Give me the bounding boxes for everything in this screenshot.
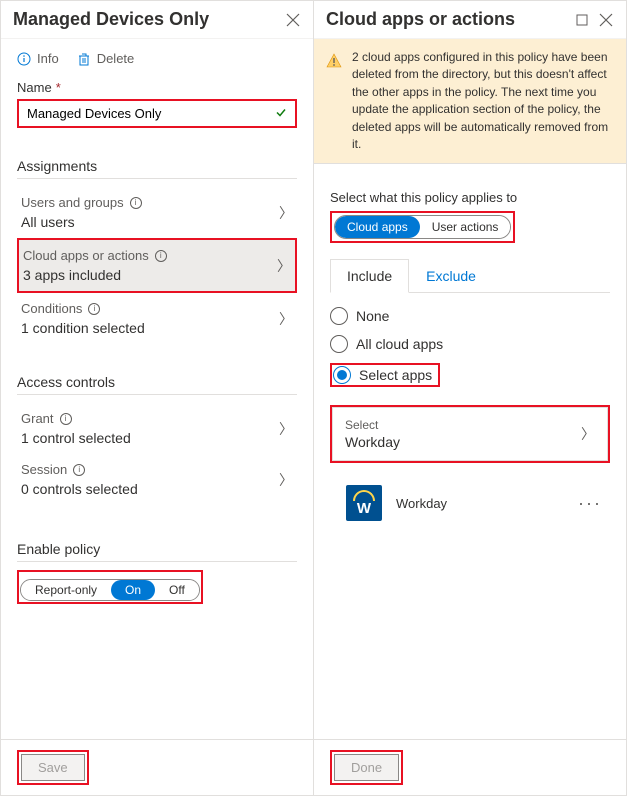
- chevron-right-icon: 〉: [279, 203, 293, 223]
- check-icon: [275, 106, 287, 121]
- enable-label: Enable policy: [17, 531, 297, 557]
- radio-all-label: All cloud apps: [356, 336, 443, 352]
- applies-toggle[interactable]: Cloud apps User actions: [334, 215, 511, 239]
- radio-icon: [330, 307, 348, 325]
- close-icon[interactable]: [285, 12, 301, 28]
- tab-exclude[interactable]: Exclude: [409, 259, 493, 293]
- chevron-right-icon: 〉: [279, 309, 293, 329]
- delete-button[interactable]: Delete: [77, 51, 135, 66]
- policy-panel: Managed Devices Only Info Delete Name*: [0, 0, 313, 796]
- more-icon[interactable]: ···: [578, 493, 602, 514]
- info-icon[interactable]: i: [73, 464, 85, 476]
- toggle-user-actions[interactable]: User actions: [420, 216, 511, 238]
- conditions-label: Conditions: [21, 301, 82, 316]
- info-icon[interactable]: i: [155, 250, 167, 262]
- done-button[interactable]: Done: [334, 754, 399, 781]
- warning-text: 2 cloud apps configured in this policy h…: [352, 50, 608, 151]
- info-button[interactable]: Info: [17, 51, 59, 66]
- session-label: Session: [21, 462, 67, 477]
- toggle-cloud-apps[interactable]: Cloud apps: [335, 216, 420, 238]
- warning-icon: [326, 53, 342, 74]
- chevron-right-icon: 〉: [279, 419, 293, 439]
- name-input[interactable]: [19, 101, 295, 126]
- toggle-on[interactable]: On: [111, 580, 155, 600]
- cloud-apps-row[interactable]: Cloud apps or actions i 3 apps included 〉: [19, 240, 295, 291]
- radio-all[interactable]: All cloud apps: [330, 335, 610, 353]
- toggle-off[interactable]: Off: [155, 580, 199, 600]
- radio-icon: [330, 335, 348, 353]
- info-icon[interactable]: i: [60, 413, 72, 425]
- close-icon[interactable]: [598, 12, 614, 28]
- info-label: Info: [37, 51, 59, 66]
- access-title: Access controls: [17, 364, 297, 390]
- radio-select-apps[interactable]: Select apps: [333, 366, 432, 384]
- maximize-icon[interactable]: [574, 12, 590, 28]
- users-groups-row[interactable]: Users and groups i All users 〉: [17, 187, 297, 238]
- info-icon[interactable]: i: [88, 303, 100, 315]
- grant-label: Grant: [21, 411, 54, 426]
- toggle-report-only[interactable]: Report-only: [21, 580, 111, 600]
- chevron-right-icon: 〉: [581, 424, 595, 444]
- radio-none-label: None: [356, 308, 389, 324]
- left-panel-header: Managed Devices Only: [1, 1, 313, 39]
- include-exclude-tabs: Include Exclude: [330, 259, 610, 293]
- users-groups-label: Users and groups: [21, 195, 124, 210]
- warning-banner: 2 cloud apps configured in this policy h…: [314, 39, 626, 164]
- workday-icon: W: [346, 485, 382, 521]
- assignments-title: Assignments: [17, 148, 297, 174]
- select-label: Select: [345, 418, 400, 432]
- save-button[interactable]: Save: [21, 754, 85, 781]
- chevron-right-icon: 〉: [279, 470, 293, 490]
- right-footer: Done: [314, 739, 626, 795]
- toolbar: Info Delete: [17, 51, 297, 66]
- left-footer: Save: [1, 739, 313, 795]
- enable-policy-toggle[interactable]: Report-only On Off: [20, 579, 200, 601]
- delete-label: Delete: [97, 51, 135, 66]
- cloud-apps-label: Cloud apps or actions: [23, 248, 149, 263]
- name-label: Name*: [17, 80, 297, 95]
- conditions-value: 1 condition selected: [21, 320, 145, 336]
- app-row-workday[interactable]: W Workday ···: [330, 473, 610, 533]
- info-icon[interactable]: i: [130, 197, 142, 209]
- apps-radio-group: None All cloud apps Select apps: [330, 307, 610, 387]
- cloud-apps-value: 3 apps included: [23, 267, 167, 283]
- grant-row[interactable]: Granti 1 control selected 〉: [17, 403, 297, 454]
- tab-include[interactable]: Include: [330, 259, 409, 293]
- right-title: Cloud apps or actions: [326, 9, 515, 30]
- select-apps-block[interactable]: Select Workday 〉: [332, 407, 608, 461]
- users-groups-value: All users: [21, 214, 142, 230]
- radio-select-label: Select apps: [359, 367, 432, 383]
- right-panel-header: Cloud apps or actions: [314, 1, 626, 39]
- grant-value: 1 control selected: [21, 430, 131, 446]
- chevron-right-icon: 〉: [277, 256, 291, 276]
- session-value: 0 controls selected: [21, 481, 138, 497]
- select-value: Workday: [345, 434, 400, 450]
- radio-icon: [333, 366, 351, 384]
- radio-none[interactable]: None: [330, 307, 610, 325]
- cloud-apps-panel: Cloud apps or actions 2 cloud apps confi…: [313, 0, 627, 796]
- session-row[interactable]: Session i 0 controls selected 〉: [17, 454, 297, 505]
- applies-label: Select what this policy applies to: [330, 190, 610, 205]
- left-body: Info Delete Name* Assignments Users and …: [1, 39, 313, 739]
- left-title: Managed Devices Only: [13, 9, 209, 30]
- app-name: Workday: [396, 496, 447, 511]
- right-body: Select what this policy applies to Cloud…: [314, 164, 626, 739]
- conditions-row[interactable]: Conditions i 1 condition selected 〉: [17, 293, 297, 344]
